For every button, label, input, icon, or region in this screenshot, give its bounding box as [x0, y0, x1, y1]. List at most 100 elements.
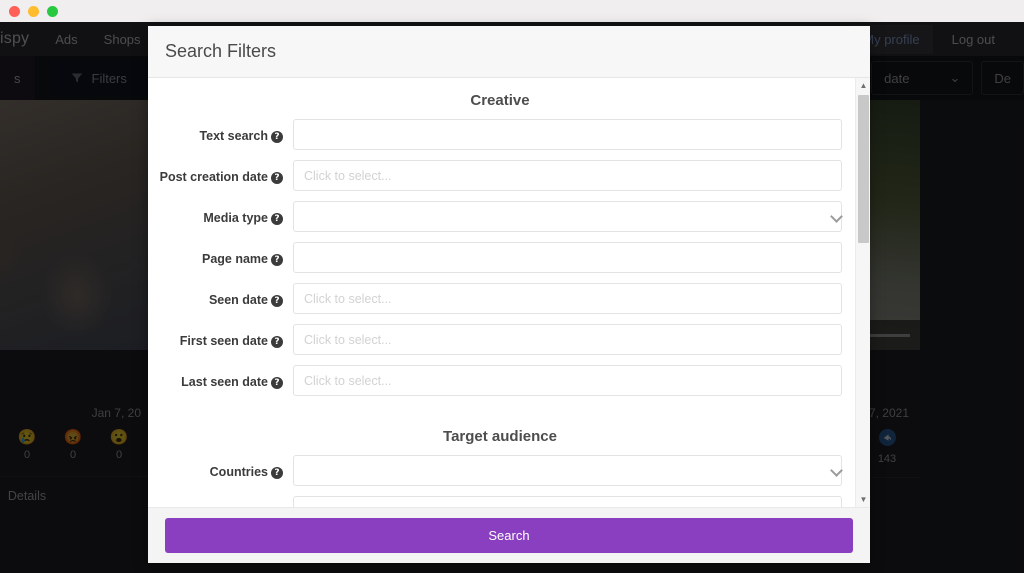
share-icon [865, 429, 909, 451]
haha-emoji-icon: 😆 [0, 429, 3, 447]
field-row-media-type: Media type? [148, 201, 852, 232]
search-filters-modal: Search Filters Creative Text search? Pos… [148, 26, 870, 563]
field-label: Countries? [148, 455, 293, 481]
help-icon[interactable]: ? [271, 172, 283, 184]
nav-link-shops[interactable]: Shops [104, 32, 141, 47]
help-icon[interactable]: ? [271, 336, 283, 348]
funnel-icon [71, 73, 82, 83]
search-button[interactable]: Search [165, 518, 853, 553]
reaction-count: 0 [115, 449, 123, 461]
reaction-item: 😡 0 [51, 429, 95, 464]
help-icon[interactable]: ? [271, 467, 283, 479]
modal-header: Search Filters [148, 26, 870, 78]
reaction-item: 😆 0 [0, 429, 3, 464]
wow-emoji-icon: 😮 [109, 429, 129, 446]
window-title-bar [0, 0, 1024, 22]
reaction-item: 😮 0 [97, 429, 141, 464]
section-heading-creative: Creative [470, 92, 530, 109]
sort-by-date-select[interactable]: date ⌄ [871, 61, 974, 95]
seen-date-input[interactable] [293, 283, 842, 314]
card-title: .bussines [0, 360, 141, 376]
field-control [293, 242, 852, 273]
media-type-select[interactable] [293, 201, 842, 232]
card-media[interactable] [0, 100, 152, 350]
field-row-last-seen-date: Last seen date? [148, 365, 852, 396]
app-root: ispy Ads Shops M My profile Log out s Fi… [0, 0, 1024, 573]
reaction-item: 143 [865, 429, 909, 465]
field-row-first-seen-date: First seen date? [148, 324, 852, 355]
reaction-count: 0 [23, 449, 31, 461]
help-icon[interactable]: ? [271, 377, 283, 389]
details-link[interactable]: Details [8, 489, 46, 503]
filters-button[interactable]: Filters [48, 60, 149, 96]
scroll-up-arrow-icon[interactable]: ▲ [856, 78, 870, 93]
modal-title: Search Filters [165, 41, 277, 61]
close-window-icon[interactable] [9, 5, 20, 17]
result-card[interactable]: .bussines Marketing Jan 6, 2021 Jan 7, 2… [0, 100, 152, 573]
sad-emoji-icon: 😢 [17, 429, 37, 446]
card-reactions: 1 😆 0 😢 0 😡 0 [0, 429, 141, 464]
field-row-language: Language? [148, 496, 852, 507]
help-icon[interactable]: ? [271, 213, 283, 225]
field-row-text-search: Text search? [148, 119, 852, 150]
field-row-countries: Countries? [148, 455, 852, 486]
navbar-right-group: My profile Log out [850, 24, 1024, 54]
nav-link-ads[interactable]: Ads [55, 32, 77, 47]
field-control [293, 283, 852, 314]
secondary-select-value: De [994, 70, 1011, 86]
reaction-count: 0 [69, 449, 77, 461]
countries-select[interactable] [293, 455, 842, 486]
field-label: Text search? [148, 119, 293, 145]
language-select[interactable] [293, 496, 842, 507]
toolbar-right-group: date ⌄ De [863, 61, 1024, 95]
card-image [0, 100, 152, 350]
field-label: Page name? [148, 242, 293, 268]
scroll-down-arrow-icon[interactable]: ▼ [856, 492, 870, 507]
reaction-item: 😢 0 [5, 429, 49, 464]
field-control [293, 455, 852, 486]
field-label: Last seen date? [148, 365, 293, 391]
field-label: Media type? [148, 201, 293, 227]
last-seen-date-input[interactable] [293, 365, 842, 396]
log-out-button[interactable]: Log out [939, 25, 1008, 54]
angry-emoji-icon: 😡 [63, 429, 83, 446]
card-subtitle: Marketing [0, 380, 141, 394]
card-last-date: Jan 7, 20 [91, 406, 141, 420]
minimize-window-icon[interactable] [28, 5, 39, 17]
field-row-seen-date: Seen date? [148, 283, 852, 314]
text-search-input[interactable] [293, 119, 842, 150]
help-icon[interactable]: ? [271, 295, 283, 307]
help-icon[interactable]: ? [271, 131, 283, 143]
section-heading-target-audience: Target audience [443, 428, 557, 445]
reaction-count: 143 [877, 453, 897, 465]
first-seen-date-input[interactable] [293, 324, 842, 355]
field-label: Post creation date? [148, 160, 293, 186]
scrollbar-thumb[interactable] [858, 95, 869, 243]
field-control [293, 324, 852, 355]
field-label: Language? [148, 496, 293, 507]
secondary-select[interactable]: De [981, 61, 1024, 95]
field-control [293, 365, 852, 396]
card-footer: f Details [0, 476, 152, 506]
field-label: Seen date? [148, 283, 293, 309]
filters-label: Filters [91, 70, 127, 86]
post-creation-date-input[interactable] [293, 160, 842, 191]
field-control [293, 160, 852, 191]
toolbar-tab[interactable]: s [0, 56, 35, 100]
modal-scroll-content: Creative Text search? Post creation date… [148, 78, 852, 507]
field-control [293, 119, 852, 150]
maximize-window-icon[interactable] [47, 5, 58, 17]
modal-footer: Search [148, 507, 870, 563]
field-row-post-creation-date: Post creation date? [148, 160, 852, 191]
reaction-count: 0 [0, 449, 3, 461]
brand-logo[interactable]: ispy [0, 30, 29, 48]
card-dates: Jan 6, 2021 Jan 7, 20 [0, 406, 141, 420]
field-row-page-name: Page name? [148, 242, 852, 273]
modal-body: Creative Text search? Post creation date… [148, 78, 870, 507]
page-name-input[interactable] [293, 242, 842, 273]
sort-by-date-value: date [884, 70, 910, 86]
field-control [293, 201, 852, 232]
chevron-down-icon: ⌄ [949, 70, 961, 85]
modal-scrollbar[interactable]: ▲ ▼ [855, 78, 870, 507]
help-icon[interactable]: ? [271, 254, 283, 266]
